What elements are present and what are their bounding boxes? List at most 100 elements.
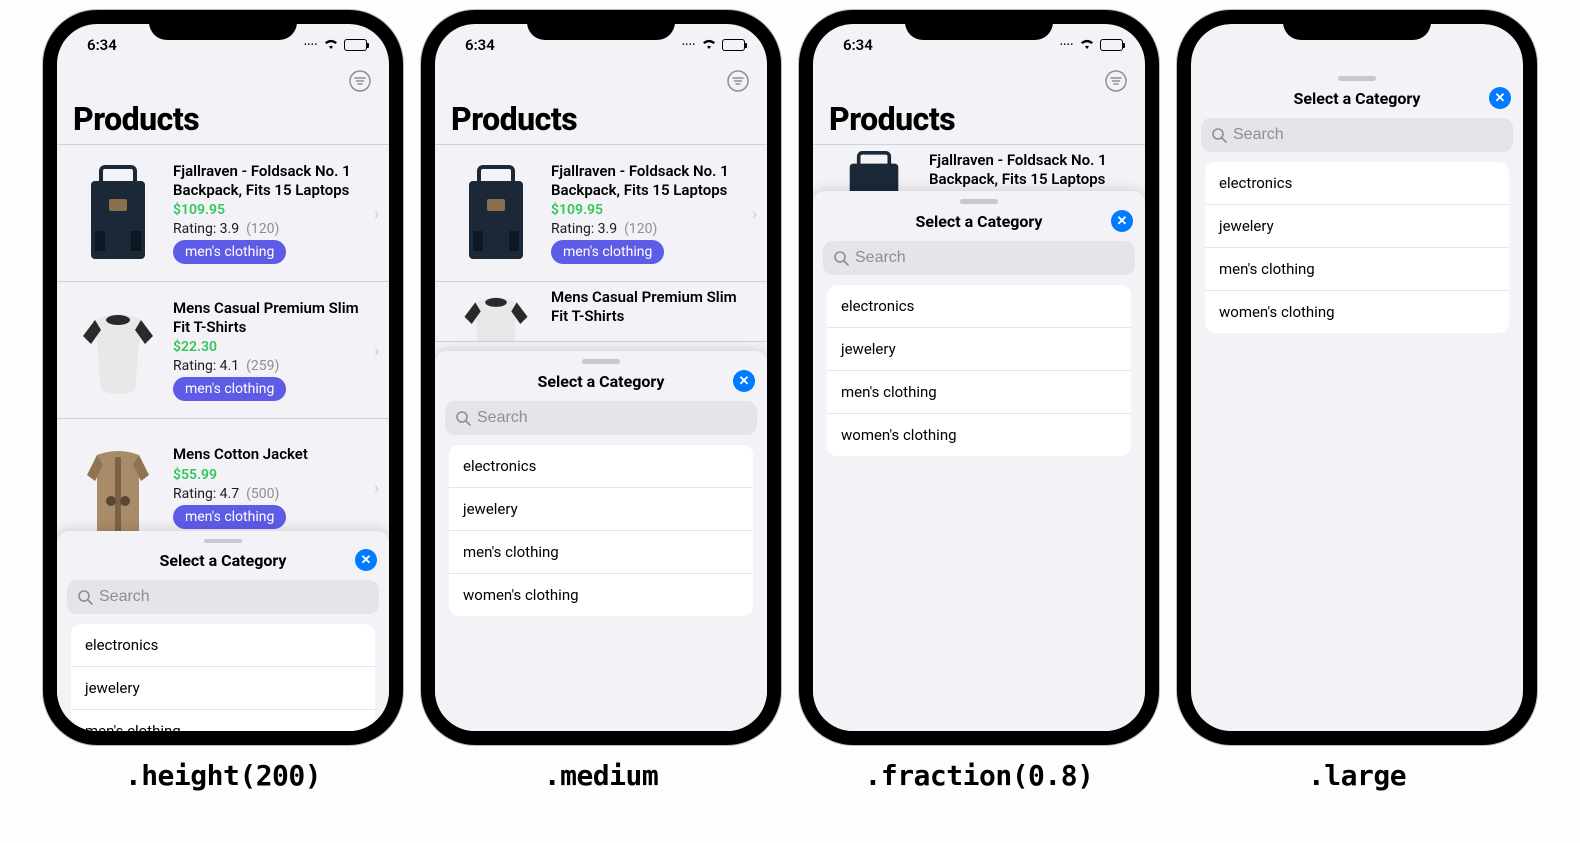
search-field[interactable]: [1201, 118, 1513, 152]
search-field[interactable]: [823, 241, 1135, 275]
filter-icon: [726, 69, 750, 93]
wifi-icon: [323, 36, 339, 54]
chevron-right-icon: ›: [374, 341, 379, 360]
category-item[interactable]: jewelery: [1205, 205, 1509, 248]
search-icon: [833, 250, 849, 266]
product-rating: Rating: 3.9 (120): [173, 221, 364, 237]
category-list[interactable]: electronics jewelery men's clothing wome…: [827, 285, 1131, 456]
wifi-icon: [701, 36, 717, 54]
category-list[interactable]: electronics jewelery men's clothing: [71, 624, 375, 731]
sheet-grabber[interactable]: [960, 199, 998, 204]
category-item[interactable]: jewelery: [71, 667, 375, 710]
phone-medium: 6:34 •••• Products Fjallraven - Foldsack…: [421, 10, 781, 745]
product-price: $109.95: [173, 202, 364, 218]
status-time: 6:34: [87, 36, 117, 54]
category-item[interactable]: men's clothing: [1205, 248, 1509, 291]
cellular-dots-icon: ••••: [304, 41, 318, 49]
battery-icon: [722, 39, 745, 51]
search-field[interactable]: [67, 580, 379, 614]
category-chip[interactable]: men's clothing: [173, 505, 286, 529]
caption: .height(200): [125, 759, 321, 792]
product-row[interactable]: Fjallraven - Foldsack No. 1 Backpack, Fi…: [435, 145, 767, 282]
product-list[interactable]: Fjallraven - Foldsack No. 1 Backpack, Fi…: [435, 144, 767, 342]
notch: [149, 10, 297, 40]
sheet-title: Select a Category: [1294, 89, 1421, 108]
category-item[interactable]: men's clothing: [71, 710, 375, 731]
category-chip[interactable]: men's clothing: [173, 377, 286, 401]
product-image: [451, 153, 541, 273]
product-image: [73, 427, 163, 547]
category-item[interactable]: electronics: [1205, 162, 1509, 205]
category-item[interactable]: electronics: [71, 624, 375, 667]
close-button[interactable]: ✕: [733, 370, 755, 392]
category-sheet[interactable]: Select a Category ✕ electronics jewelery…: [435, 351, 767, 731]
search-field[interactable]: [445, 401, 757, 435]
filter-icon: [348, 69, 372, 93]
sheet-title: Select a Category: [538, 372, 665, 391]
category-sheet[interactable]: Select a Category ✕ electronics jewelery…: [813, 191, 1145, 731]
category-item[interactable]: jewelery: [449, 488, 753, 531]
category-item[interactable]: women's clothing: [1205, 291, 1509, 333]
search-input[interactable]: [855, 249, 1125, 267]
product-price: $109.95: [551, 202, 742, 218]
product-row[interactable]: Fjallraven - Foldsack No. 1 Backpack, Fi…: [57, 145, 389, 282]
product-rating: Rating: 3.9 (120): [551, 221, 742, 237]
search-input[interactable]: [1233, 126, 1503, 144]
close-button[interactable]: ✕: [1111, 210, 1133, 232]
sheet-grabber[interactable]: [204, 539, 242, 543]
product-rating: Rating: 4.7 (500): [173, 486, 364, 502]
category-item[interactable]: men's clothing: [449, 531, 753, 574]
product-name: Mens Cotton Jacket: [173, 445, 364, 464]
page-title: Products: [73, 100, 373, 138]
caption: .medium: [544, 759, 659, 792]
search-icon: [1211, 127, 1227, 143]
search-input[interactable]: [477, 409, 747, 427]
product-name: Mens Casual Premium Slim Fit T-Shirts: [551, 288, 757, 326]
product-row[interactable]: Mens Casual Premium Slim Fit T-Shirts: [435, 282, 767, 342]
product-image: [73, 290, 163, 410]
category-sheet[interactable]: Select a Category ✕ electronics jewelery…: [57, 531, 389, 731]
filter-button[interactable]: [347, 68, 373, 94]
category-list[interactable]: electronics jewelery men's clothing wome…: [1205, 162, 1509, 333]
product-rating: Rating: 4.1 (259): [173, 358, 364, 374]
sheet-grabber[interactable]: [1338, 76, 1376, 81]
sheet-grabber[interactable]: [582, 359, 620, 364]
battery-icon: [344, 39, 367, 51]
caption: .fraction(0.8): [864, 759, 1093, 792]
search-input[interactable]: [99, 588, 369, 606]
product-image: [73, 153, 163, 273]
category-sheet[interactable]: Select a Category ✕ electronics jewelery…: [1191, 24, 1523, 731]
notch: [527, 10, 675, 40]
category-list[interactable]: electronics jewelery men's clothing wome…: [449, 445, 753, 616]
product-list[interactable]: Fjallraven - Foldsack No. 1 Backpack, Fi…: [57, 144, 389, 556]
close-icon: ✕: [1117, 214, 1128, 229]
phone-height-200: 6:34 •••• Products Fjallraven - Foldsack…: [43, 10, 403, 745]
category-chip[interactable]: men's clothing: [551, 240, 664, 264]
search-icon: [77, 589, 93, 605]
category-item[interactable]: men's clothing: [827, 371, 1131, 414]
category-item[interactable]: women's clothing: [827, 414, 1131, 456]
notch: [1283, 10, 1431, 40]
product-image: [451, 288, 541, 342]
chevron-right-icon: ›: [374, 478, 379, 497]
close-button[interactable]: ✕: [1489, 87, 1511, 109]
category-item[interactable]: women's clothing: [449, 574, 753, 616]
category-item[interactable]: electronics: [449, 445, 753, 488]
category-item[interactable]: jewelery: [827, 328, 1131, 371]
close-icon: ✕: [1495, 91, 1506, 106]
product-price: $22.30: [173, 339, 364, 355]
chevron-right-icon: ›: [752, 204, 757, 223]
home-indicator[interactable]: [919, 732, 1039, 737]
home-indicator[interactable]: [1297, 732, 1417, 737]
filter-button[interactable]: [725, 68, 751, 94]
category-chip[interactable]: men's clothing: [173, 240, 286, 264]
close-icon: ✕: [739, 374, 750, 389]
page-title: Products: [451, 100, 751, 138]
chevron-right-icon: ›: [374, 204, 379, 223]
home-indicator[interactable]: [163, 732, 283, 737]
product-row[interactable]: Mens Casual Premium Slim Fit T-Shirts $2…: [57, 282, 389, 419]
category-item[interactable]: electronics: [827, 285, 1131, 328]
close-button[interactable]: ✕: [355, 549, 377, 571]
status-time: 6:34: [465, 36, 495, 54]
home-indicator[interactable]: [541, 732, 661, 737]
